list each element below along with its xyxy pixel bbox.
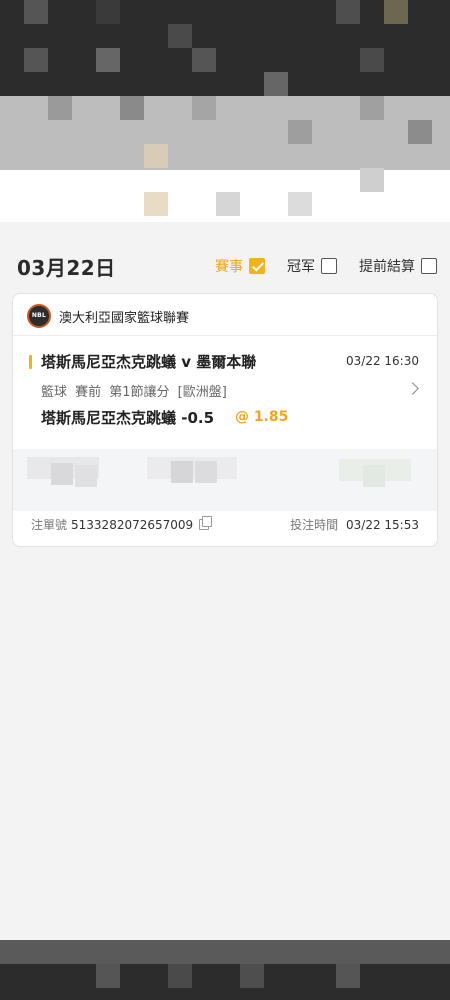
filter-champion-label: 冠军	[287, 259, 315, 275]
bet-meta: 籃球 賽前 第1節讓分 [歐洲盤]	[41, 385, 227, 400]
chevron-right-icon[interactable]	[406, 382, 419, 395]
filter-events-label: 賽事	[215, 259, 243, 275]
checkbox-checked-icon[interactable]	[249, 258, 265, 274]
copy-icon[interactable]	[199, 516, 213, 530]
date-title: 03月22日	[17, 256, 116, 280]
checkbox-icon[interactable]	[321, 258, 337, 274]
placed-time-row: 投注時間 03/22 15:53	[290, 516, 419, 533]
filter-champion[interactable]: 冠军	[287, 256, 337, 276]
placed-label: 投注時間	[290, 518, 339, 532]
divider	[13, 335, 437, 336]
league-header: NBL 澳大利亞國家籃球聯賽	[27, 304, 189, 328]
bet-card[interactable]: NBL 澳大利亞國家籃球聯賽 塔斯馬尼亞杰克跳蟻 v 墨爾本聯 03/22 16…	[12, 293, 438, 547]
filter-cashout-label: 提前結算	[359, 259, 415, 275]
order-number: 5133282072657009	[71, 517, 194, 532]
obscured-bottom-bar	[0, 940, 450, 1000]
obscured-header	[0, 0, 450, 230]
checkbox-icon[interactable]	[421, 258, 437, 274]
filter-cashout[interactable]: 提前結算	[359, 256, 437, 276]
placed-time: 03/22 15:53	[346, 518, 419, 532]
match-time: 03/22 16:30	[346, 354, 419, 368]
accent-bar	[29, 355, 32, 369]
league-logo-icon: NBL	[27, 304, 51, 328]
bet-selection: 塔斯馬尼亞杰克跳蟻 -0.5	[41, 409, 215, 427]
league-name: 澳大利亞國家籃球聯賽	[59, 310, 190, 326]
order-number-row: 注單號 5133282072657009	[31, 516, 213, 533]
match-title: 塔斯馬尼亞杰克跳蟻 v 墨爾本聯	[41, 353, 257, 371]
date-filter-bar: 03月22日 賽事 冠军 提前結算	[0, 246, 450, 286]
filter-events[interactable]: 賽事	[215, 256, 265, 276]
bet-odds: @ 1.85	[235, 409, 289, 425]
obscured-region	[13, 449, 437, 511]
order-label: 注單號	[31, 518, 68, 532]
